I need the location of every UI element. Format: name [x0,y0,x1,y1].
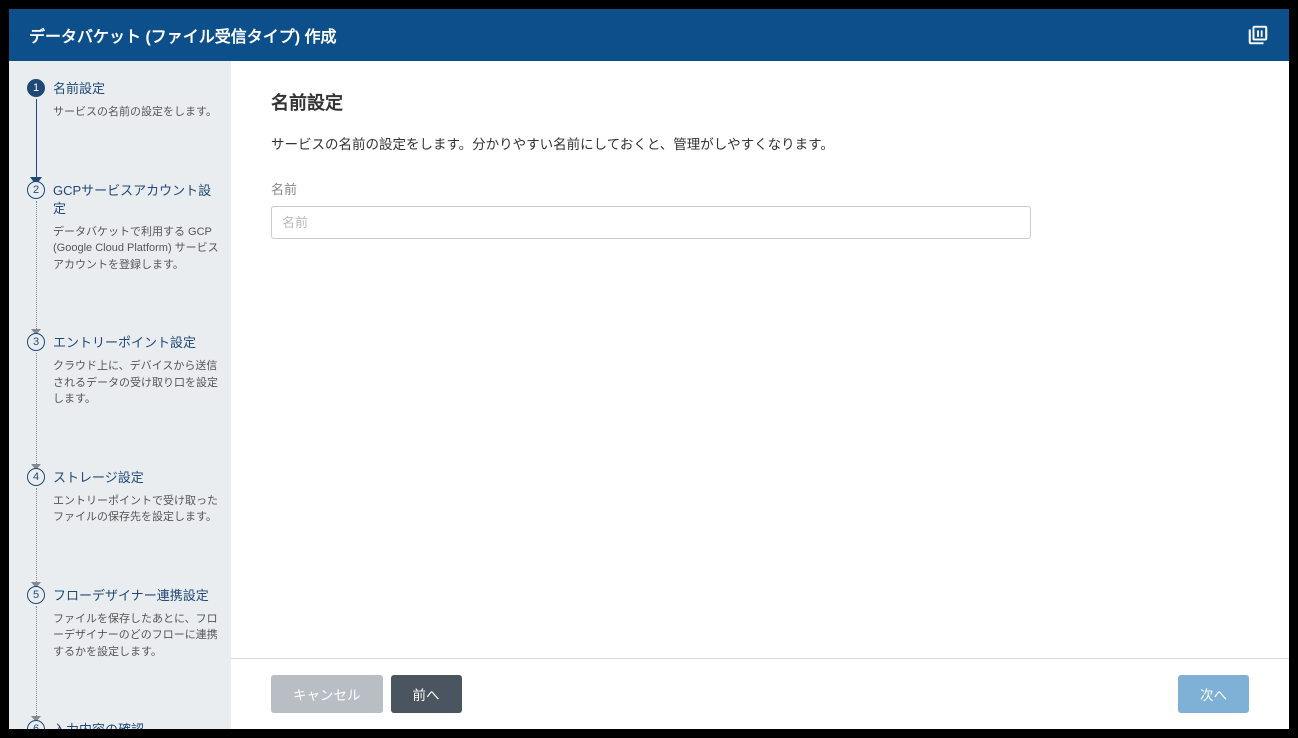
content-lead: サービスの名前の設定をします。分かりやすい名前にしておくと、管理がしやすくなりま… [271,133,1249,153]
step-description: サービスの名前の設定をします。 [53,104,219,121]
content-area: 名前設定 サービスの名前の設定をします。分かりやすい名前にしておくと、管理がしや… [231,61,1289,658]
library-icon[interactable] [1247,24,1269,46]
main-panel: 名前設定 サービスの名前の設定をします。分かりやすい名前にしておくと、管理がしや… [231,61,1289,729]
step-title: エントリーポイント設定 [53,333,219,352]
step-number-badge: 2 [27,181,45,199]
wizard-footer: キャンセル 前へ 次へ [231,658,1289,729]
next-button[interactable]: 次へ [1178,675,1249,713]
wizard-step-3[interactable]: 3 エントリーポイント設定 クラウド上に、デバイスから送信されるデータの受け取り… [27,333,219,458]
name-input[interactable] [271,206,1031,239]
step-title: ストレージ設定 [53,468,219,487]
app-window: データバケット (ファイル受信タイプ) 作成 1 名前設定 サービスの名前の設定… [9,9,1289,729]
step-description: ファイルを保存したあとに、フローデザイナーのどのフローに連携するかを設定します。 [53,611,219,661]
step-title: 名前設定 [53,79,219,98]
content-heading: 名前設定 [271,89,1249,115]
page-title: データバケット (ファイル受信タイプ) 作成 [29,23,337,47]
step-number-badge: 3 [27,333,45,351]
step-description: データバケットで利用する GCP (Google Cloud Platform)… [53,224,219,274]
step-connector [36,201,37,336]
prev-button[interactable]: 前へ [391,675,462,713]
step-connector [36,353,37,470]
wizard-step-5[interactable]: 5 フローデザイナー連携設定 ファイルを保存したあとに、フローデザイナーのどのフ… [27,586,219,711]
wizard-sidebar: 1 名前設定 サービスの名前の設定をします。 2 GCPサービスアカウント設定 … [9,61,231,729]
header-bar: データバケット (ファイル受信タイプ) 作成 [9,9,1289,61]
step-title: 入力内容の確認 [53,720,219,729]
step-description: クラウド上に、デバイスから送信されるデータの受け取り口を設定します。 [53,358,219,408]
body: 1 名前設定 サービスの名前の設定をします。 2 GCPサービスアカウント設定 … [9,61,1289,729]
step-connector [36,488,37,588]
wizard-step-4[interactable]: 4 ストレージ設定 エントリーポイントで受け取ったファイルの保存先を設定します。 [27,468,219,576]
step-number-badge: 5 [27,586,45,604]
step-title: GCPサービスアカウント設定 [53,181,219,218]
step-description: エントリーポイントで受け取ったファイルの保存先を設定します。 [53,493,219,526]
step-number-badge: 1 [27,79,45,97]
step-number-badge: 6 [27,720,45,729]
name-field-label: 名前 [271,179,1249,198]
wizard-step-2[interactable]: 2 GCPサービスアカウント設定 データバケットで利用する GCP (Googl… [27,181,219,324]
step-number-badge: 4 [27,468,45,486]
cancel-button[interactable]: キャンセル [271,675,383,713]
step-title: フローデザイナー連携設定 [53,586,219,605]
wizard-step-6[interactable]: 6 入力内容の確認 [27,720,219,729]
wizard-step-1[interactable]: 1 名前設定 サービスの名前の設定をします。 [27,79,219,171]
step-connector [36,606,37,723]
step-connector [36,99,37,183]
